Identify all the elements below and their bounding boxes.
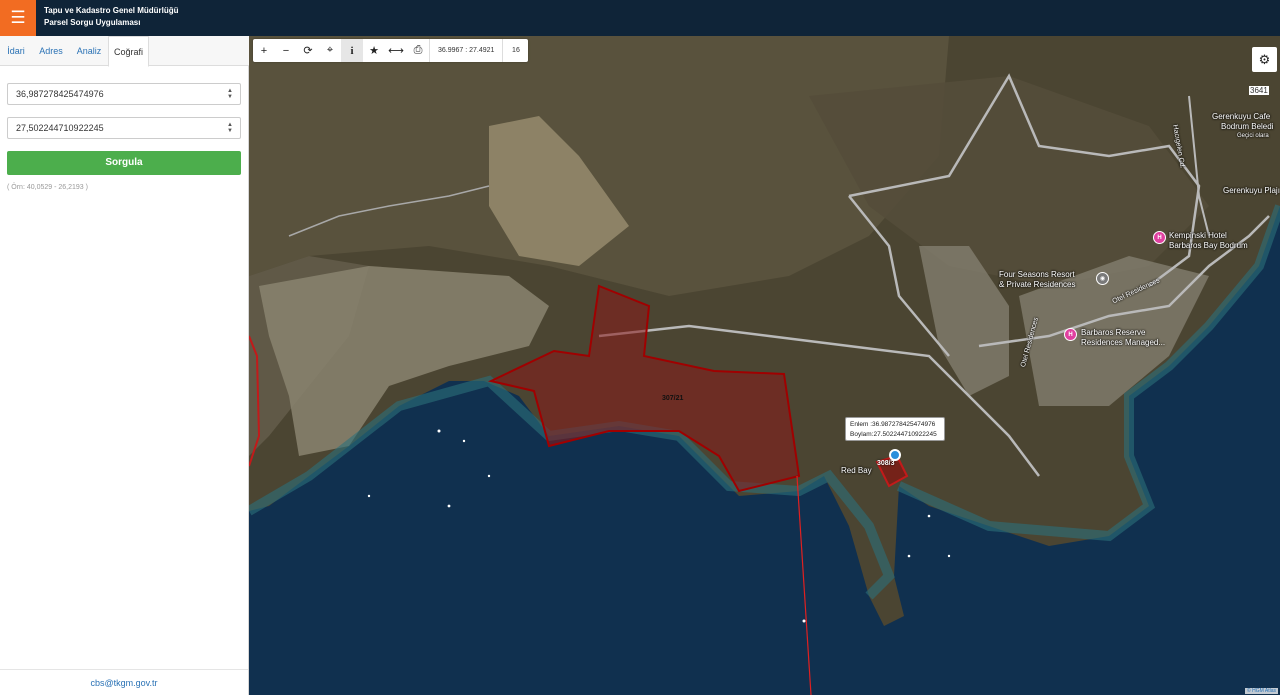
- longitude-input[interactable]: 27,502244710922245 ▲ ▼: [7, 117, 241, 139]
- map-label: Residences Managed...: [1081, 338, 1166, 347]
- refresh-icon: ⟳: [303, 45, 313, 57]
- app-title-line2: Parsel Sorgu Uygulaması: [44, 18, 141, 27]
- tab-cografi[interactable]: Coğrafi: [108, 36, 149, 67]
- parcel-label-small[interactable]: 308/3: [877, 460, 895, 467]
- tab-bar: İdari Adres Analiz Coğrafi: [0, 36, 249, 67]
- popup-latitude: Enlem :36.987278425474976: [850, 421, 936, 428]
- crosshair-icon: ⌖: [326, 44, 334, 56]
- longitude-value: 27,502244710922245: [16, 123, 104, 133]
- info-button[interactable]: i: [341, 39, 363, 62]
- contact-email-link[interactable]: cbs@tkgm.gov.tr: [0, 669, 248, 695]
- latitude-input[interactable]: 36,987278425474976 ▲ ▼: [7, 83, 241, 105]
- tab-adres[interactable]: Adres: [36, 36, 66, 66]
- query-button[interactable]: Sorgula: [7, 151, 241, 175]
- map-label: & Private Residences: [999, 280, 1076, 289]
- map-label: Four Seasons Resort: [999, 270, 1075, 279]
- minus-icon: −: [282, 44, 290, 57]
- star-icon: ★: [369, 45, 379, 57]
- map-label: Kempinski Hotel: [1169, 231, 1227, 240]
- map-toolbar: + − ⟳ ⌖ i ★ ⟷ ⎙ 36.9967 : 27.4921 16: [253, 39, 529, 62]
- print-button[interactable]: ⎙: [407, 39, 429, 62]
- settings-button[interactable]: ⚙: [1252, 47, 1277, 72]
- map-attribution[interactable]: © HGM Atlas: [1245, 688, 1278, 694]
- coordinate-popup: Enlem :36.987278425474976 Boylam:27.5022…: [845, 417, 945, 441]
- coordinate-readout: 36.9967 : 27.4921: [429, 39, 502, 62]
- resort-icon[interactable]: ◉: [1096, 272, 1109, 285]
- measure-button[interactable]: ⟷: [385, 39, 407, 62]
- app-title: Tapu ve Kadastro Genel Müdürlüğü Parsel …: [44, 5, 179, 29]
- example-hint: ( Örn: 40,0529 - 26,2193 ): [7, 184, 88, 191]
- zoom-out-button[interactable]: −: [275, 39, 297, 62]
- popup-longitude: Boylam:27.502244710922245: [850, 431, 937, 438]
- favorite-button[interactable]: ★: [363, 39, 385, 62]
- map-label: Gerenkuyu Plajı: [1223, 186, 1280, 195]
- latitude-stepper-icon[interactable]: ▲ ▼: [226, 88, 234, 100]
- printer-icon: ⎙: [413, 44, 423, 56]
- map-label: Barbaros Bay Bodrum: [1169, 241, 1248, 250]
- gear-icon: ⚙: [1258, 51, 1271, 67]
- location-marker-icon[interactable]: [889, 449, 901, 461]
- info-icon: i: [350, 44, 354, 57]
- measure-icon: ⟷: [388, 45, 404, 57]
- zoom-level: 16: [502, 39, 528, 62]
- longitude-stepper-icon[interactable]: ▲ ▼: [226, 122, 234, 134]
- app-title-line1: Tapu ve Kadastro Genel Müdürlüğü: [44, 6, 179, 15]
- tab-analiz[interactable]: Analiz: [73, 36, 105, 66]
- satellite-basemap: [249, 36, 1280, 695]
- latitude-value: 36,987278425474976: [16, 89, 104, 99]
- hamburger-icon: ☰: [10, 8, 26, 27]
- zoom-in-button[interactable]: +: [253, 39, 275, 62]
- map-label: Geçici olara: [1237, 133, 1269, 139]
- map-view[interactable]: + − ⟳ ⌖ i ★ ⟷ ⎙ 36.9967 : 27.4921 16 ⚙ G…: [249, 36, 1280, 695]
- parcel-label-main[interactable]: 307/21: [662, 395, 683, 402]
- tab-idari[interactable]: İdari: [4, 36, 28, 66]
- hotel-icon[interactable]: H: [1153, 231, 1166, 244]
- map-label: Barbaros Reserve: [1081, 328, 1146, 337]
- map-label: Gerenkuyu Cafe: [1212, 112, 1271, 121]
- hamburger-menu-button[interactable]: ☰: [0, 0, 36, 36]
- app-header: ☰ Tapu ve Kadastro Genel Müdürlüğü Parse…: [0, 0, 1280, 36]
- map-label: Bodrum Beledi: [1221, 122, 1274, 131]
- map-label: Red Bay: [841, 466, 872, 475]
- locate-button[interactable]: ⌖: [319, 39, 341, 62]
- hotel-icon[interactable]: H: [1064, 328, 1077, 341]
- plus-icon: +: [260, 44, 268, 57]
- refresh-button[interactable]: ⟳: [297, 39, 319, 62]
- sidebar: İdari Adres Analiz Coğrafi 36,9872784254…: [0, 36, 249, 695]
- road-number-label: 3641: [1249, 86, 1269, 95]
